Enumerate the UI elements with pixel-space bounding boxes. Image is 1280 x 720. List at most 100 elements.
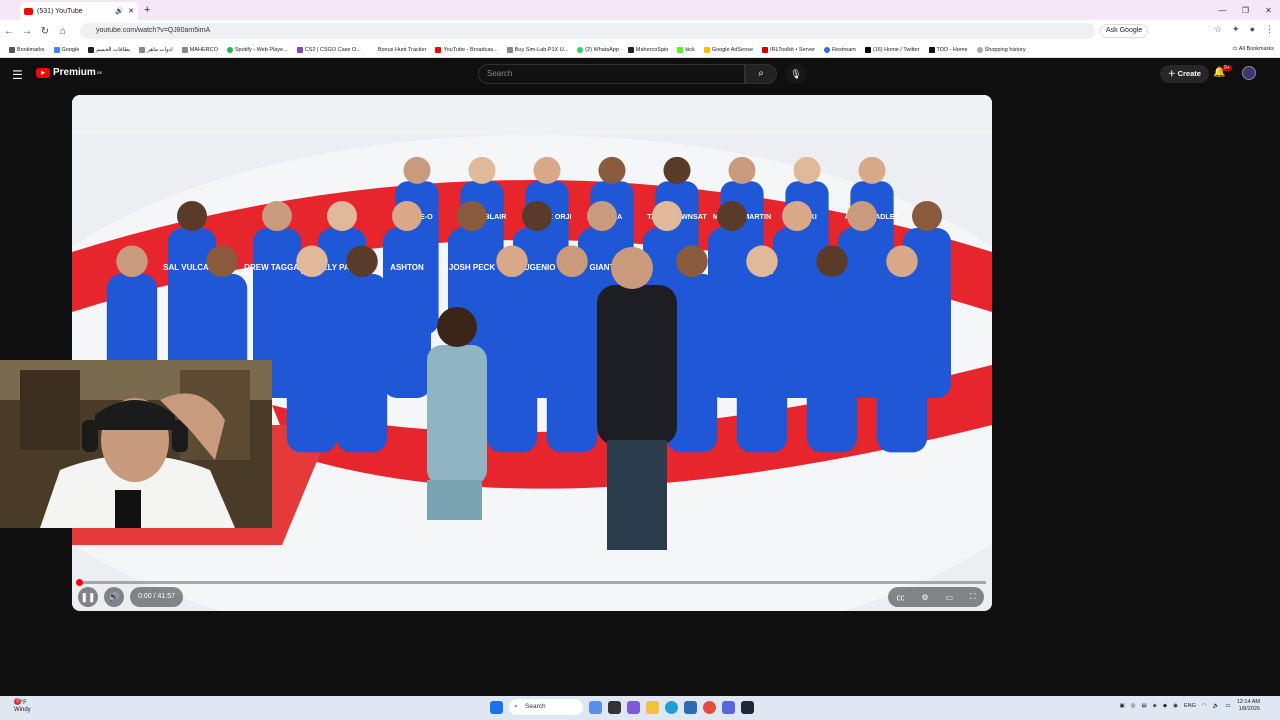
whatsapp-icon: [577, 46, 584, 53]
bookmark-item[interactable]: بطاقات الحسم: [88, 46, 130, 53]
bookmark-item[interactable]: Buy Sim-Lab P1X U...: [506, 46, 568, 53]
menu-icon[interactable]: ⋮: [1265, 24, 1274, 35]
profile-icon[interactable]: ●: [1250, 24, 1255, 35]
person-head: [912, 201, 942, 231]
task-view-icon[interactable]: [608, 700, 621, 714]
url-field[interactable]: youtube.com/watch?v=QJ80am5imA: [80, 23, 1095, 39]
video-player[interactable]: STEVE-OSELMA BLAIRYVONNE ORJISARATARRYTO…: [72, 95, 992, 611]
edge-icon[interactable]: [665, 700, 678, 714]
site-icon: [928, 46, 935, 53]
minimize-button[interactable]: —: [1211, 0, 1234, 20]
tab-audio-icon[interactable]: 🔊: [115, 7, 124, 15]
widgets-icon[interactable]: [627, 700, 640, 714]
restream-icon: [824, 46, 831, 53]
right-controls: ㏄ ⚙ ▭ ⛶: [888, 587, 984, 607]
bookmark-item[interactable]: Bookmarks: [9, 46, 45, 53]
folder-icon: [139, 46, 146, 53]
file-explorer-icon[interactable]: [646, 700, 659, 714]
progress-bar[interactable]: [78, 581, 986, 584]
captions-icon[interactable]: ㏄: [896, 592, 904, 603]
site-icon: [181, 46, 188, 53]
language-indicator[interactable]: ENG: [1184, 703, 1196, 709]
search-input[interactable]: Search: [478, 64, 745, 84]
chrome-icon[interactable]: [703, 700, 716, 714]
person-head: [587, 201, 617, 231]
scrubber-handle[interactable]: [76, 579, 83, 586]
bookmark-item[interactable]: Google: [53, 46, 79, 53]
bookmark-item[interactable]: (2) WhatsApp: [577, 46, 619, 53]
clock[interactable]: 12:14 AM 1/8/2026: [1237, 699, 1260, 713]
extensions-icon[interactable]: ✦: [1232, 24, 1240, 35]
steam-icon[interactable]: [741, 700, 754, 714]
bookmark-item[interactable]: Spotify - Web Playe...: [226, 46, 288, 53]
windows-start-icon[interactable]: [490, 700, 503, 714]
copilot-icon[interactable]: [589, 700, 602, 714]
person-head: [598, 156, 626, 184]
restore-button[interactable]: ❐: [1234, 0, 1257, 20]
browser-tab-youtube[interactable]: (531) YouTube 🔊 ✕: [20, 2, 138, 20]
bookmark-item[interactable]: MAHERCO: [181, 46, 218, 53]
person-head: [116, 245, 148, 278]
tab-close-icon[interactable]: ✕: [128, 7, 134, 15]
volume-icon[interactable]: 🔊: [104, 587, 124, 607]
youtube-icon: [435, 46, 442, 53]
pause-icon[interactable]: ❚❚: [78, 587, 98, 607]
bookmark-item[interactable]: YouTube - Broadcas...: [435, 46, 498, 53]
bookmark-item[interactable]: kick: [677, 46, 695, 53]
youtube-premium-logo[interactable]: ▶ Premium DE: [36, 67, 102, 78]
site-icon: [369, 46, 376, 53]
tray-icon[interactable]: ◎: [1131, 703, 1136, 709]
discord-icon[interactable]: [722, 700, 735, 714]
tray-icon[interactable]: ◆: [1163, 703, 1167, 709]
person-head: [296, 245, 328, 278]
hamburger-menu-icon[interactable]: ☰: [12, 68, 23, 82]
bookmark-item[interactable]: Shopping history: [976, 46, 1026, 53]
bookmark-item[interactable]: (16) Home / Twitter: [864, 46, 920, 53]
tray-icon[interactable]: ▤: [1141, 703, 1146, 709]
search-icon[interactable]: ⌕: [745, 64, 777, 84]
person-body: [486, 273, 538, 453]
reload-icon[interactable]: ↻: [36, 26, 54, 37]
ask-google-button[interactable]: Ask Google: [1100, 24, 1149, 38]
bookmark-item[interactable]: IRLToolkit • Server: [762, 46, 815, 53]
theater-mode-icon[interactable]: ▭: [945, 593, 953, 602]
fullscreen-icon[interactable]: ⛶: [970, 592, 976, 602]
store-icon[interactable]: [684, 700, 697, 714]
wifi-icon[interactable]: ◠: [1202, 703, 1207, 709]
person-head: [327, 201, 357, 231]
battery-icon[interactable]: ▭: [1226, 703, 1231, 709]
speaker-icon[interactable]: 🔈: [1213, 703, 1220, 709]
spotify-icon: [226, 46, 233, 53]
bookmark-item[interactable]: ادوات ماهر: [139, 46, 173, 53]
star-icon[interactable]: ☆: [1214, 24, 1222, 35]
bookmarks-bar: Bookmarks Google بطاقات الحسم ادوات ماهر…: [0, 42, 1280, 58]
all-bookmarks-button[interactable]: ▭ All Bookmarks: [1232, 46, 1274, 52]
tray-icon[interactable]: ▣: [1119, 703, 1124, 709]
person-head: [782, 201, 812, 231]
home-icon[interactable]: ⌂: [54, 26, 72, 37]
person-head: [728, 156, 756, 184]
taskbar-search[interactable]: ⌕ Search: [509, 699, 583, 715]
person-head: [522, 201, 552, 231]
person-head: [392, 201, 422, 231]
tray-icon[interactable]: ◈: [1153, 703, 1157, 709]
address-bar-row: ← → ↻ ⌂ youtube.com/watch?v=QJ80am5imA A…: [0, 20, 1280, 42]
settings-gear-icon[interactable]: ⚙: [921, 593, 928, 602]
forward-icon[interactable]: →: [18, 26, 36, 37]
system-tray: ▣ ◎ ▤ ◈ ◆ ◉ ENG ◠ 🔈 ▭ 12:14 AM 1/8/2026: [1119, 699, 1260, 713]
bookmark-item[interactable]: MahercoSpin: [627, 46, 668, 53]
bookmark-item[interactable]: Google AdSense: [703, 46, 753, 53]
microphone-icon[interactable]: 🎙: [786, 64, 806, 84]
person-body: [736, 273, 788, 453]
new-tab-button[interactable]: +: [144, 4, 150, 16]
bookmark-item[interactable]: CS2 | CSGO Case O...: [296, 46, 361, 53]
bookmark-item[interactable]: Bonus Hunt Tracker: [369, 46, 426, 53]
close-window-button[interactable]: ✕: [1257, 0, 1280, 20]
bookmark-item[interactable]: Restream: [824, 46, 856, 53]
create-button[interactable]: ＋ Create: [1160, 65, 1209, 83]
tray-icon[interactable]: ◉: [1173, 703, 1178, 709]
bookmark-item[interactable]: TOD - Home: [928, 46, 968, 53]
avatar[interactable]: [1242, 66, 1256, 80]
back-icon[interactable]: ←: [0, 26, 18, 37]
shirt-label: GIANT: [590, 263, 615, 272]
